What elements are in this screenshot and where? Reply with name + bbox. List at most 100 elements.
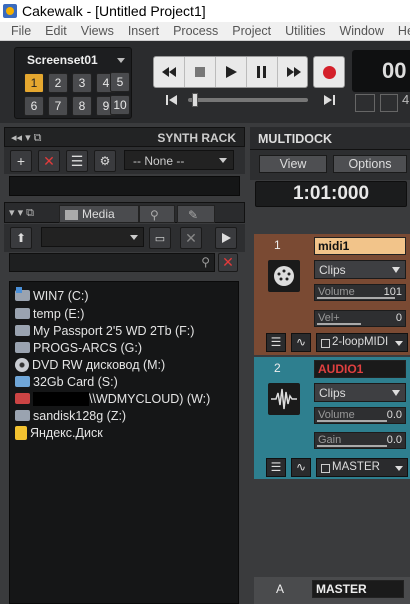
list-item[interactable]: \\WDMYCLOUD) (W:) — [15, 390, 210, 407]
screenset-label[interactable]: Screenset01 — [27, 53, 98, 67]
menu-help[interactable]: He — [398, 24, 410, 38]
window-icon: ▭ — [154, 232, 166, 245]
waveform-icon — [268, 383, 300, 415]
synth-properties-button[interactable]: ☰ — [66, 150, 88, 172]
list-item[interactable]: temp (E:) — [15, 305, 84, 322]
screenset-button-6[interactable]: 6 — [24, 96, 44, 116]
settings-icon: ⚙ — [99, 154, 111, 168]
list-item[interactable]: My Passport 2'5 WD 2Tb (F:) — [15, 322, 194, 339]
synth-gui-button[interactable]: ⚙ — [94, 150, 116, 172]
list-item[interactable]: sandisk128g (Z:) — [15, 407, 126, 424]
synth-rack-list[interactable] — [9, 176, 240, 196]
play-button[interactable] — [216, 57, 247, 87]
track-automation-button[interactable]: ∿ — [291, 333, 311, 352]
screenset-button-7[interactable]: 7 — [48, 96, 68, 116]
collapse-arrows-icon[interactable]: ▾ ▾ ⧉ — [9, 206, 34, 220]
track-name[interactable]: midi1 — [314, 237, 406, 255]
track-eq-button[interactable]: ☰ — [266, 333, 286, 352]
media-view-button[interactable]: ▭ — [149, 227, 171, 249]
list-item[interactable]: WIN7 (C:) — [15, 287, 89, 304]
synth-selector[interactable]: -- None -- — [124, 150, 234, 170]
menu-views[interactable]: Views — [81, 24, 114, 38]
position-slider[interactable] — [160, 93, 338, 107]
track-mode-select[interactable]: Clips — [314, 260, 406, 279]
drive-list: WIN7 (C:) temp (E:) My Passport 2'5 WD 2… — [9, 281, 239, 604]
slider-thumb[interactable] — [192, 93, 198, 107]
automation-icon: ∿ — [295, 460, 307, 474]
drive-icon — [15, 308, 30, 319]
menu-project[interactable]: Project — [232, 24, 271, 38]
tab-notes[interactable]: ✎ — [177, 205, 215, 223]
record-button[interactable] — [313, 56, 345, 88]
delete-synth-button[interactable]: ✕ — [38, 150, 60, 172]
drive-icon — [15, 287, 30, 301]
menu-window[interactable]: Window — [339, 24, 383, 38]
chevron-down-icon[interactable] — [117, 58, 125, 63]
screenset-button-5[interactable]: 5 — [110, 72, 130, 92]
view-menu-button[interactable]: View — [259, 155, 327, 173]
collapse-arrows-icon[interactable]: ◂◂ ▾ ⧉ — [11, 131, 42, 145]
fast-forward-button[interactable] — [278, 57, 309, 87]
screenset-button-10[interactable]: 10 — [110, 95, 130, 115]
plus-icon: + — [16, 153, 26, 169]
media-play-button[interactable] — [215, 227, 237, 249]
clear-search-button[interactable]: ✕ — [218, 253, 238, 272]
screenset-button-2[interactable]: 2 — [48, 73, 68, 93]
metronome-icon[interactable] — [380, 94, 398, 112]
cakewalk-logo-icon — [3, 4, 17, 18]
menu-edit[interactable]: Edit — [45, 24, 67, 38]
tab-plugins[interactable]: ⚲ — [139, 205, 175, 223]
automation-icon: ∿ — [295, 335, 307, 349]
track-output-select[interactable]: MASTER — [316, 458, 408, 477]
snap-icon[interactable] — [355, 94, 375, 112]
now-time-display[interactable]: 1:01:000 — [255, 181, 407, 207]
rewind-button[interactable] — [154, 57, 185, 87]
gain-fader[interactable]: Gain 0.0 — [314, 432, 406, 449]
pause-button[interactable] — [247, 57, 278, 87]
menu-utilities[interactable]: Utilities — [285, 24, 325, 38]
rewind-icon — [162, 67, 176, 77]
list-item[interactable]: 32Gb Card (S:) — [15, 373, 118, 390]
track-output-select[interactable]: 2-loopMIDI — [316, 333, 408, 352]
volume-fader[interactable]: Volume 0.0 — [314, 407, 406, 424]
up-folder-button[interactable]: ⬆ — [10, 227, 32, 249]
slider-track — [188, 98, 308, 102]
list-item[interactable]: Яндекс.Диск — [15, 424, 103, 441]
menu-process[interactable]: Process — [173, 24, 218, 38]
media-delete-button[interactable]: ✕ — [180, 227, 202, 249]
bus-name[interactable]: MASTER — [312, 580, 404, 598]
volume-fader[interactable]: Volume 101 — [314, 284, 406, 301]
time-display: 00 — [352, 50, 410, 92]
plugin-icon: ⚲ — [150, 208, 159, 222]
midi-icon — [268, 260, 300, 292]
fader-bar — [317, 297, 395, 299]
fast-forward-icon — [286, 67, 301, 77]
velocity-fader[interactable]: Vel+ 0 — [314, 310, 406, 327]
screenset-button-3[interactable]: 3 — [72, 73, 92, 93]
track-strip-midi: 1 midi1 Clips Volume 101 Vel+ 0 ☰ ∿ 2-loop… — [254, 234, 410, 355]
tab-media[interactable]: Media — [59, 205, 139, 223]
close-icon: ✕ — [222, 254, 234, 270]
multidock-header: MULTIDOCK — [250, 127, 410, 150]
menu-bar: File Edit Views Insert Process Project U… — [0, 22, 410, 41]
menu-insert[interactable]: Insert — [128, 24, 159, 38]
synth-rack-header: ◂◂ ▾ ⧉ SYNTH RACK — [4, 127, 245, 147]
track-name[interactable]: AUDIO1 — [314, 360, 406, 378]
add-synth-button[interactable]: + — [10, 150, 32, 172]
redaction — [33, 391, 89, 406]
track-mode-select[interactable]: Clips — [314, 383, 406, 402]
options-menu-button[interactable]: Options — [333, 155, 407, 173]
list-item[interactable]: PROGS-ARCS (G:) — [15, 339, 142, 356]
path-selector[interactable] — [41, 227, 144, 247]
menu-file[interactable]: File — [11, 24, 31, 38]
stop-icon — [195, 67, 205, 77]
screenset-button-8[interactable]: 8 — [72, 96, 92, 116]
screenset-button-1[interactable]: 1 — [24, 73, 44, 93]
list-item[interactable]: DVD RW дисковод (M:) — [15, 356, 165, 373]
eq-icon: ☰ — [270, 460, 282, 474]
media-search-input[interactable]: ⚲ — [9, 253, 215, 272]
cd-drive-icon — [15, 357, 29, 372]
stop-button[interactable] — [185, 57, 216, 87]
track-automation-button[interactable]: ∿ — [291, 458, 311, 477]
track-eq-button[interactable]: ☰ — [266, 458, 286, 477]
